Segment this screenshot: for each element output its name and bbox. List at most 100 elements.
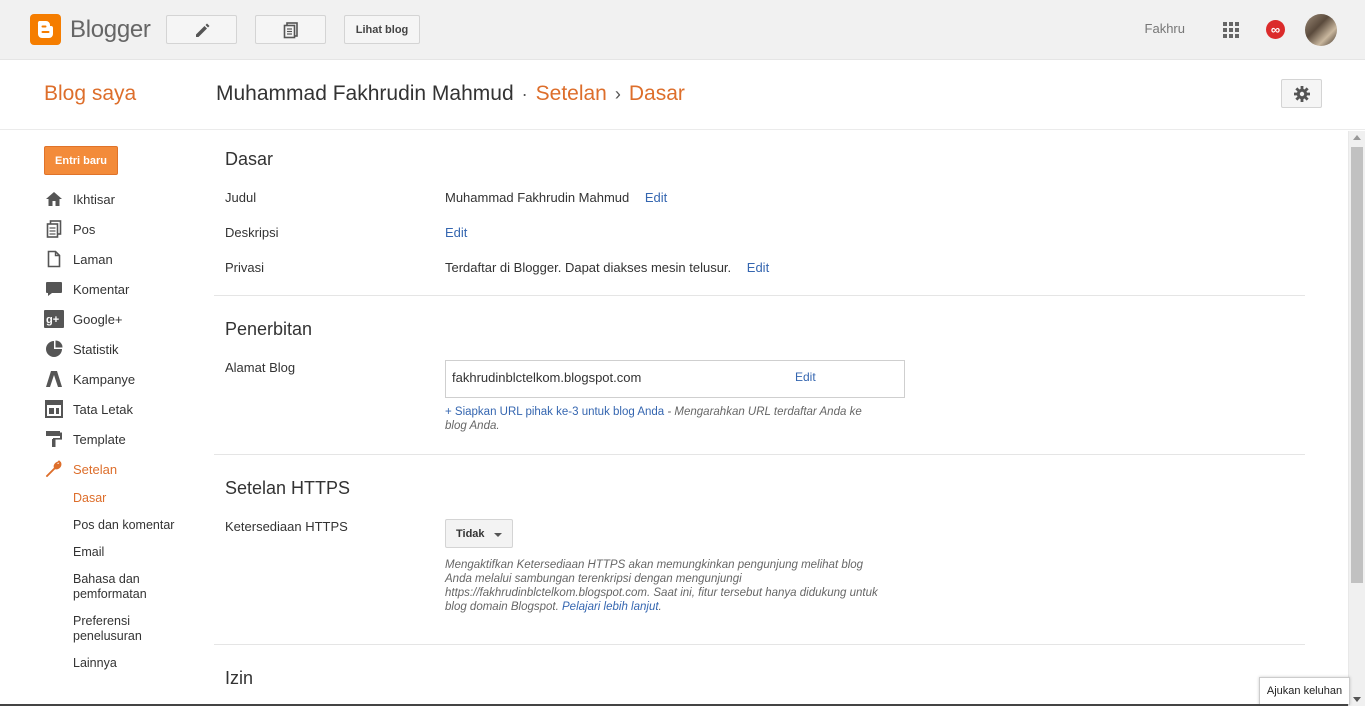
setup-desc: - Mengarahkan URL terdaftar Anda ke [664,406,862,418]
sidebar-subitem-email[interactable]: Email [73,545,203,560]
svg-text:g+: g+ [46,314,59,326]
sidebar-item-label: Tata Letak [73,401,133,417]
send-feedback-button[interactable]: Ajukan keluhan [1259,677,1350,705]
title-label: Judul [225,190,257,205]
sidebar-subitem-language[interactable]: Bahasa dan pemformatan [73,572,163,602]
title-value-row: Muhammad Fakhrudin Mahmud Edit [445,190,667,205]
title-value: Muhammad Fakhrudin Mahmud [445,190,630,205]
breadcrumb-settings[interactable]: Setelan [536,82,607,105]
page-header: Blog saya Muhammad Fakhrudin Mahmud · Sete… [0,60,1365,130]
sidebar-subitem-posts-comments[interactable]: Pos dan komentar [73,518,203,533]
blogger-icon [30,14,61,45]
scroll-thumb[interactable] [1351,147,1363,583]
section-title-basic: Dasar [225,149,274,169]
section-divider [214,454,1305,455]
sidebar-item-label: Statistik [73,341,119,357]
sidebar-item-label: Google+ [73,311,123,327]
posts-list-button[interactable] [255,15,326,44]
section-title-https: Setelan HTTPS [225,478,351,498]
vertical-scrollbar[interactable] [1348,131,1365,706]
user-name[interactable]: Fakhru [1145,21,1185,36]
section-title-permissions: Izin [225,668,254,688]
blog-address-box: fakhrudinblctelkom.blogspot.com Edit [445,360,905,398]
blog-address-value: fakhrudinblctelkom.blogspot.com [452,370,642,385]
apps-grid-icon[interactable] [1223,22,1239,38]
my-blog-link[interactable]: Blog saya [44,82,136,106]
sidebar-item-template[interactable]: Template [44,428,126,450]
https-availability-dropdown[interactable]: Tidak [445,519,513,548]
setup-custom-url-link[interactable]: + Siapkan URL pihak ke-3 untuk blog Anda [445,406,664,418]
scroll-up-icon[interactable] [1353,135,1361,140]
brand-name: Blogger [70,15,151,43]
top-bar: Blogger Lihat blog Fakhru ∞ [0,0,1365,60]
sidebar-item-pages[interactable]: Laman [44,248,113,270]
section-title-publishing: Penerbitan [225,319,313,339]
stats-icon [44,339,64,359]
scroll-down-icon[interactable] [1353,697,1361,702]
sidebar-subitem-other[interactable]: Lainnya [73,656,203,671]
new-post-button[interactable]: Entri baru [44,146,118,175]
wrench-icon [44,459,64,479]
https-hint-line: https://fakhrudinblctelkom.blogspot.com.… [445,587,878,599]
https-hint: Mengaktifkan Ketersediaan HTTPS akan mem… [445,558,905,614]
https-hint-line: blog domain Blogspot. [445,601,562,613]
sidebar-item-label: Komentar [73,281,130,297]
sidebar: Entri baru Ikhtisar Pos Laman Komentar g… [0,131,210,706]
posts-icon [44,219,64,239]
sidebar-subitem-basic[interactable]: Dasar [73,491,203,506]
edit-description-link[interactable]: Edit [445,225,467,240]
https-hint-end: . [658,601,662,613]
sidebar-item-label: Template [73,431,126,447]
gear-icon [1293,85,1310,102]
privacy-value: Terdaftar di Blogger. Dapat diakses mesi… [445,260,732,275]
home-icon [44,189,64,209]
sidebar-item-label: Setelan [73,461,118,477]
sidebar-item-posts[interactable]: Pos [44,218,95,240]
setup-desc-2: blog Anda. [445,420,500,432]
view-blog-button[interactable]: Lihat blog [344,15,420,44]
settings-gear-button[interactable] [1281,79,1322,108]
breadcrumb: Muhammad Fakhrudin Mahmud · Setelan › Dasar [216,82,685,106]
pages-icon [44,249,64,269]
edit-privacy-link[interactable]: Edit [747,260,769,275]
notification-icon[interactable]: ∞ [1266,20,1285,39]
posts-icon [283,21,298,38]
section-divider [214,295,1305,296]
sidebar-item-settings[interactable]: Setelan [44,458,117,480]
sidebar-item-stats[interactable]: Statistik [44,338,119,360]
google-plus-icon: g+ [44,309,64,329]
edit-address-link[interactable]: Edit [795,370,816,384]
pencil-icon [195,23,209,37]
https-hint-line: Mengaktifkan Ketersediaan HTTPS akan mem… [445,559,864,571]
section-divider [214,644,1305,645]
sidebar-item-campaigns[interactable]: Kampanye [44,368,135,390]
new-post-pencil-button[interactable] [166,15,237,44]
dropdown-value: Tidak [456,527,485,540]
avatar[interactable] [1305,14,1337,46]
sidebar-item-label: Kampanye [73,371,136,387]
breadcrumb-separator: · [521,84,528,104]
https-availability-label: Ketersediaan HTTPS [225,519,348,534]
sidebar-item-google-plus[interactable]: g+ Google+ [44,308,123,330]
blog-address-label: Alamat Blog [225,360,296,375]
sidebar-item-overview[interactable]: Ikhtisar [44,188,115,210]
https-hint-line: Anda melalui sambungan terenkripsi denga… [445,573,742,585]
campaign-icon [44,369,64,389]
sidebar-item-comments[interactable]: Komentar [44,278,129,300]
breadcrumb-blog-title[interactable]: Muhammad Fakhrudin Mahmud [216,82,514,105]
edit-title-link[interactable]: Edit [645,190,667,205]
settings-panel: Dasar Judul Muhammad Fakhrudin Mahmud Ed… [214,131,1306,706]
privacy-value-row: Terdaftar di Blogger. Dapat diakses mesi… [445,260,769,275]
layout-icon [44,399,64,419]
description-label: Deskripsi [225,225,279,240]
sidebar-item-layout[interactable]: Tata Letak [44,398,133,420]
template-icon [44,429,64,449]
learn-more-link[interactable]: Pelajari lebih lanjut [562,601,659,613]
custom-domain-hint: + Siapkan URL pihak ke-3 untuk blog Anda… [445,405,905,433]
sidebar-subitem-search-prefs[interactable]: Preferensi penelusuran [73,614,163,644]
breadcrumb-separator: › [614,84,621,104]
breadcrumb-basic: Dasar [628,82,685,105]
chevron-down-icon [494,533,502,537]
blogger-logo[interactable]: Blogger [30,14,151,45]
description-value-row: Edit [445,225,467,240]
